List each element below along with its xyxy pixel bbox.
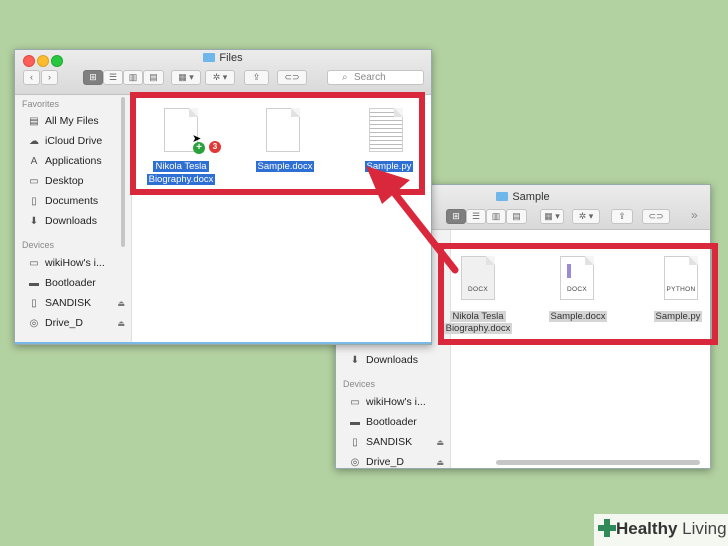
- sidebar-item-bootloader[interactable]: ▬ Bootloader: [349, 416, 417, 428]
- sidebar-item-downloads[interactable]: ⬇ Downloads: [349, 354, 418, 366]
- arrange-button[interactable]: ▦ ▾: [171, 70, 201, 85]
- sidebar-item-applications[interactable]: A Applications: [28, 155, 102, 167]
- drive-icon: ▬: [350, 417, 360, 428]
- sidebar-item-sandisk[interactable]: ▯ SANDISK: [28, 297, 91, 309]
- usb-drive-icon: ▯: [352, 437, 358, 448]
- healthy-living-watermark: Healthy Living: [594, 514, 728, 546]
- sidebar-item-drive-d[interactable]: ◎ Drive_D: [28, 317, 83, 329]
- coverflow-view-button[interactable]: ▤: [506, 209, 527, 224]
- sidebar-scrollbar[interactable]: [121, 97, 125, 247]
- computer-icon: ▭: [29, 258, 39, 269]
- eject-icon[interactable]: ⏏: [436, 438, 444, 447]
- horizontal-scrollbar[interactable]: [496, 460, 700, 465]
- computer-icon: ▭: [350, 397, 360, 408]
- drive-icon: ▬: [29, 278, 39, 289]
- usb-drive-icon: ▯: [31, 298, 37, 309]
- desktop-icon: ▭: [29, 176, 39, 187]
- folder-icon: [203, 53, 216, 62]
- icon-view-button[interactable]: ⊞: [446, 209, 466, 224]
- folder-icon: [496, 192, 509, 201]
- downloads-icon: ⬇: [350, 355, 360, 366]
- share-button[interactable]: ⇪: [611, 209, 633, 224]
- destination-files-highlight: [438, 243, 718, 345]
- column-view-button[interactable]: ▥: [123, 70, 143, 85]
- tags-button[interactable]: ⊂⊃: [642, 209, 670, 224]
- search-input[interactable]: ⌕ Search: [327, 70, 424, 85]
- gear-icon: ✲: [212, 72, 221, 82]
- window-title: Files: [15, 52, 431, 64]
- toolbar-overflow-chevron[interactable]: »: [691, 208, 698, 222]
- eject-icon[interactable]: ⏏: [117, 319, 125, 328]
- eject-icon[interactable]: ⏏: [436, 458, 444, 467]
- applications-icon: A: [30, 156, 38, 167]
- sidebar-item-sandisk[interactable]: ▯ SANDISK: [349, 436, 412, 448]
- devices-header: Devices: [22, 240, 55, 250]
- disc-icon: ◎: [29, 318, 39, 329]
- sidebar-item-computer[interactable]: ▭ wikiHow's i...: [28, 257, 105, 269]
- list-view-button[interactable]: ☰: [466, 209, 486, 224]
- source-files-highlight: [130, 92, 425, 195]
- sidebar-item-documents[interactable]: ▯ Documents: [28, 195, 98, 207]
- window-bottom-accent: [15, 342, 431, 344]
- files-titlebar: Files ‹ › ⊞ ☰ ▥ ▤ ▦ ▾ ✲ ▾ ⇪ ⊂⊃ ⌕ Search: [15, 50, 431, 95]
- tags-button[interactable]: ⊂⊃: [277, 70, 307, 85]
- documents-icon: ▯: [31, 196, 37, 207]
- list-view-button[interactable]: ☰: [103, 70, 123, 85]
- icon-view-button[interactable]: ⊞: [83, 70, 103, 85]
- sidebar-item-bootloader[interactable]: ▬ Bootloader: [28, 277, 96, 289]
- gear-icon: ✲: [578, 211, 587, 221]
- column-view-button[interactable]: ▥: [486, 209, 506, 224]
- back-button[interactable]: ‹: [23, 70, 40, 85]
- cross-logo-icon: [598, 519, 616, 537]
- search-placeholder: Search: [354, 72, 386, 83]
- search-icon: ⌕: [342, 72, 348, 83]
- coverflow-view-button[interactable]: ▤: [143, 70, 164, 85]
- sidebar-item-drive-d[interactable]: ◎ Drive_D: [349, 456, 404, 468]
- action-gear-button[interactable]: ✲ ▾: [205, 70, 235, 85]
- arrange-button[interactable]: ▦ ▾: [540, 209, 564, 224]
- files-sidebar: Favorites ▤ All My Files ☁ iCloud Drive AA…: [15, 95, 131, 344]
- forward-button[interactable]: ›: [41, 70, 58, 85]
- watermark-text: Healthy Living: [616, 519, 727, 538]
- all-files-icon: ▤: [29, 116, 39, 127]
- cloud-icon: ☁: [29, 136, 39, 147]
- share-button[interactable]: ⇪: [244, 70, 269, 85]
- action-gear-button[interactable]: ✲ ▾: [572, 209, 600, 224]
- downloads-icon: ⬇: [29, 216, 39, 227]
- sidebar-item-computer[interactable]: ▭ wikiHow's i...: [349, 396, 426, 408]
- sidebar-item-desktop[interactable]: ▭ Desktop: [28, 175, 83, 187]
- devices-header: Devices: [343, 379, 376, 389]
- eject-icon[interactable]: ⏏: [117, 299, 125, 308]
- sidebar-item-icloud-drive[interactable]: ☁ iCloud Drive: [28, 135, 102, 147]
- sidebar-item-all-my-files[interactable]: ▤ All My Files: [28, 115, 98, 127]
- disc-icon: ◎: [350, 457, 360, 468]
- favorites-header: Favorites: [22, 99, 60, 109]
- sidebar-item-downloads[interactable]: ⬇ Downloads: [28, 215, 97, 227]
